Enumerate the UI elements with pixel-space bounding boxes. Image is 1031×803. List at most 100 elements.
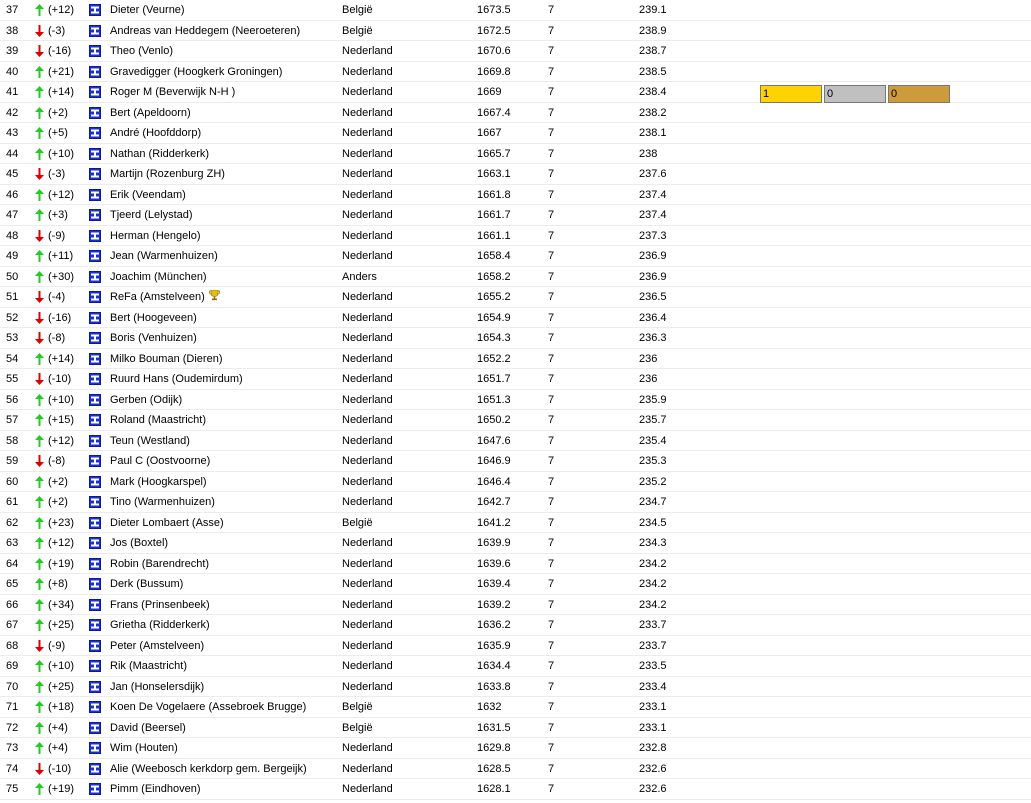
player-flag-icon[interactable]	[89, 332, 101, 344]
player-name[interactable]: Peter (Amstelveen)	[110, 636, 204, 656]
player-name[interactable]: Jan (Honselersdijk)	[110, 677, 204, 697]
player-flag-icon[interactable]	[89, 783, 101, 795]
player-name[interactable]: Pimm (Eindhoven)	[110, 779, 200, 799]
rank-change: (+4)	[48, 721, 68, 734]
games-played: 7	[548, 4, 555, 16]
player-flag-icon[interactable]	[89, 373, 101, 385]
player-name[interactable]: ReFa (Amstelveen)	[110, 287, 220, 308]
player-flag-icon[interactable]	[89, 291, 101, 303]
player-name[interactable]: Ruurd Hans (Oudemirdum)	[110, 369, 243, 389]
player-name-text: Boris (Venhuizen)	[110, 332, 197, 344]
player-name[interactable]: Gravedigger (Hoogkerk Groningen)	[110, 62, 282, 82]
player-flag-icon[interactable]	[89, 4, 101, 16]
player-flag-icon[interactable]	[89, 127, 101, 139]
player-flag-icon[interactable]	[89, 86, 101, 98]
player-name[interactable]: David (Beersel)	[110, 718, 186, 738]
player-name[interactable]: Andreas van Heddegem (Neeroeteren)	[110, 21, 300, 41]
player-name-text: Herman (Hengelo)	[110, 229, 201, 242]
player-flag-icon[interactable]	[89, 270, 101, 283]
player-flag-icon[interactable]	[89, 168, 101, 180]
player-flag-icon[interactable]	[89, 516, 101, 529]
player-flag-icon[interactable]	[89, 660, 101, 672]
player-flag-icon[interactable]	[89, 557, 101, 570]
player-flag-icon[interactable]	[89, 147, 101, 160]
average-score: 235.9	[639, 393, 667, 406]
player-name[interactable]: Herman (Hengelo)	[110, 226, 200, 246]
player-name[interactable]: Frans (Prinsenbeek)	[110, 595, 210, 615]
player-flag-icon[interactable]	[89, 680, 101, 693]
player-name[interactable]: Paul C (Oostvoorne)	[110, 451, 210, 471]
player-name[interactable]: Roland (Maastricht)	[110, 410, 206, 430]
rank-change: (+3)	[48, 209, 68, 221]
player-name[interactable]: Derk (Bussum)	[110, 574, 183, 594]
player-name[interactable]: Nathan (Ridderkerk)	[110, 144, 209, 164]
player-name[interactable]: Koen De Vogelaere (Assebroek Brugge)	[110, 697, 306, 717]
player-name[interactable]: Bert (Apeldoorn)	[110, 103, 191, 123]
player-score: 1646.9	[477, 455, 511, 467]
player-flag-icon[interactable]	[89, 311, 101, 324]
player-name[interactable]: Boris (Venhuizen)	[110, 328, 197, 348]
player-flag-icon[interactable]	[89, 24, 101, 37]
player-name[interactable]: Roger M (Beverwijk N-H )	[110, 82, 235, 102]
average-score: 232.6	[639, 762, 667, 775]
player-name[interactable]: Mark (Hoogkarspel)	[110, 472, 207, 492]
player-name[interactable]: Joachim (München)	[110, 267, 207, 287]
player-flag-icon[interactable]	[89, 701, 101, 713]
player-flag-icon[interactable]	[89, 578, 101, 590]
player-name[interactable]: Erik (Veendam)	[110, 185, 186, 205]
player-name[interactable]: Theo (Venlo)	[110, 41, 173, 61]
player-flag-icon[interactable]	[89, 598, 101, 611]
rank-number: 74	[6, 762, 19, 775]
player-flag-icon[interactable]	[89, 475, 101, 488]
player-flag-icon[interactable]	[89, 65, 101, 78]
player-flag-icon[interactable]	[89, 721, 101, 734]
player-flag-icon[interactable]	[89, 45, 101, 57]
player-name[interactable]: Grietha (Ridderkerk)	[110, 615, 210, 635]
player-name[interactable]: Jos (Boxtel)	[110, 533, 168, 553]
player-name[interactable]: Bert (Hoogeveen)	[110, 308, 197, 328]
player-flag-icon[interactable]	[89, 414, 101, 426]
player-name[interactable]: Teun (Westland)	[110, 431, 190, 451]
arrow-up-icon	[35, 513, 45, 533]
player-name[interactable]: Milko Bouman (Dieren)	[110, 349, 222, 369]
player-name[interactable]: Tjeerd (Lelystad)	[110, 205, 193, 225]
player-name[interactable]: André (Hoofddorp)	[110, 123, 201, 143]
player-flag-icon[interactable]	[89, 496, 101, 508]
arrow-up-icon	[35, 62, 45, 82]
player-name[interactable]: Robin (Barendrecht)	[110, 554, 209, 574]
arrow-up-icon	[35, 718, 45, 738]
player-name[interactable]: Gerben (Odijk)	[110, 390, 182, 410]
player-flag-icon[interactable]	[89, 639, 101, 652]
average-score: 236.3	[639, 332, 667, 344]
games-played: 7	[548, 393, 555, 406]
player-name[interactable]: Rik (Maastricht)	[110, 656, 187, 676]
player-name[interactable]: Martijn (Rozenburg ZH)	[110, 164, 225, 184]
player-flag-icon[interactable]	[89, 106, 101, 119]
player-flag-icon[interactable]	[89, 250, 101, 262]
player-flag-icon[interactable]	[89, 209, 101, 221]
player-flag-icon[interactable]	[89, 762, 101, 775]
player-name[interactable]: Dieter Lombaert (Asse)	[110, 513, 224, 533]
player-name[interactable]: Tino (Warmenhuizen)	[110, 492, 215, 512]
player-flag-icon[interactable]	[89, 434, 101, 447]
player-name[interactable]: Wim (Houten)	[110, 738, 178, 758]
player-flag-icon[interactable]	[89, 742, 101, 754]
player-score: 1639.9	[477, 537, 511, 549]
player-score: 1661.1	[477, 229, 511, 242]
player-flag-icon[interactable]	[89, 537, 101, 549]
player-flag-icon[interactable]	[89, 455, 101, 467]
rank-change: (+23)	[48, 516, 74, 529]
games-played: 7	[548, 209, 555, 221]
player-flag-icon[interactable]	[89, 229, 101, 242]
player-flag-icon[interactable]	[89, 619, 101, 631]
games-played: 7	[548, 168, 555, 180]
player-flag-icon[interactable]	[89, 188, 101, 201]
average-score: 237.6	[639, 168, 667, 180]
player-name[interactable]: Jean (Warmenhuizen)	[110, 246, 218, 266]
arrow-down-icon	[35, 451, 45, 471]
rank-number: 67	[6, 619, 19, 631]
player-flag-icon[interactable]	[89, 352, 101, 365]
player-flag-icon[interactable]	[89, 393, 101, 406]
player-name[interactable]: Dieter (Veurne)	[110, 0, 185, 20]
player-name[interactable]: Alie (Weebosch kerkdorp gem. Bergeijk)	[110, 759, 307, 779]
